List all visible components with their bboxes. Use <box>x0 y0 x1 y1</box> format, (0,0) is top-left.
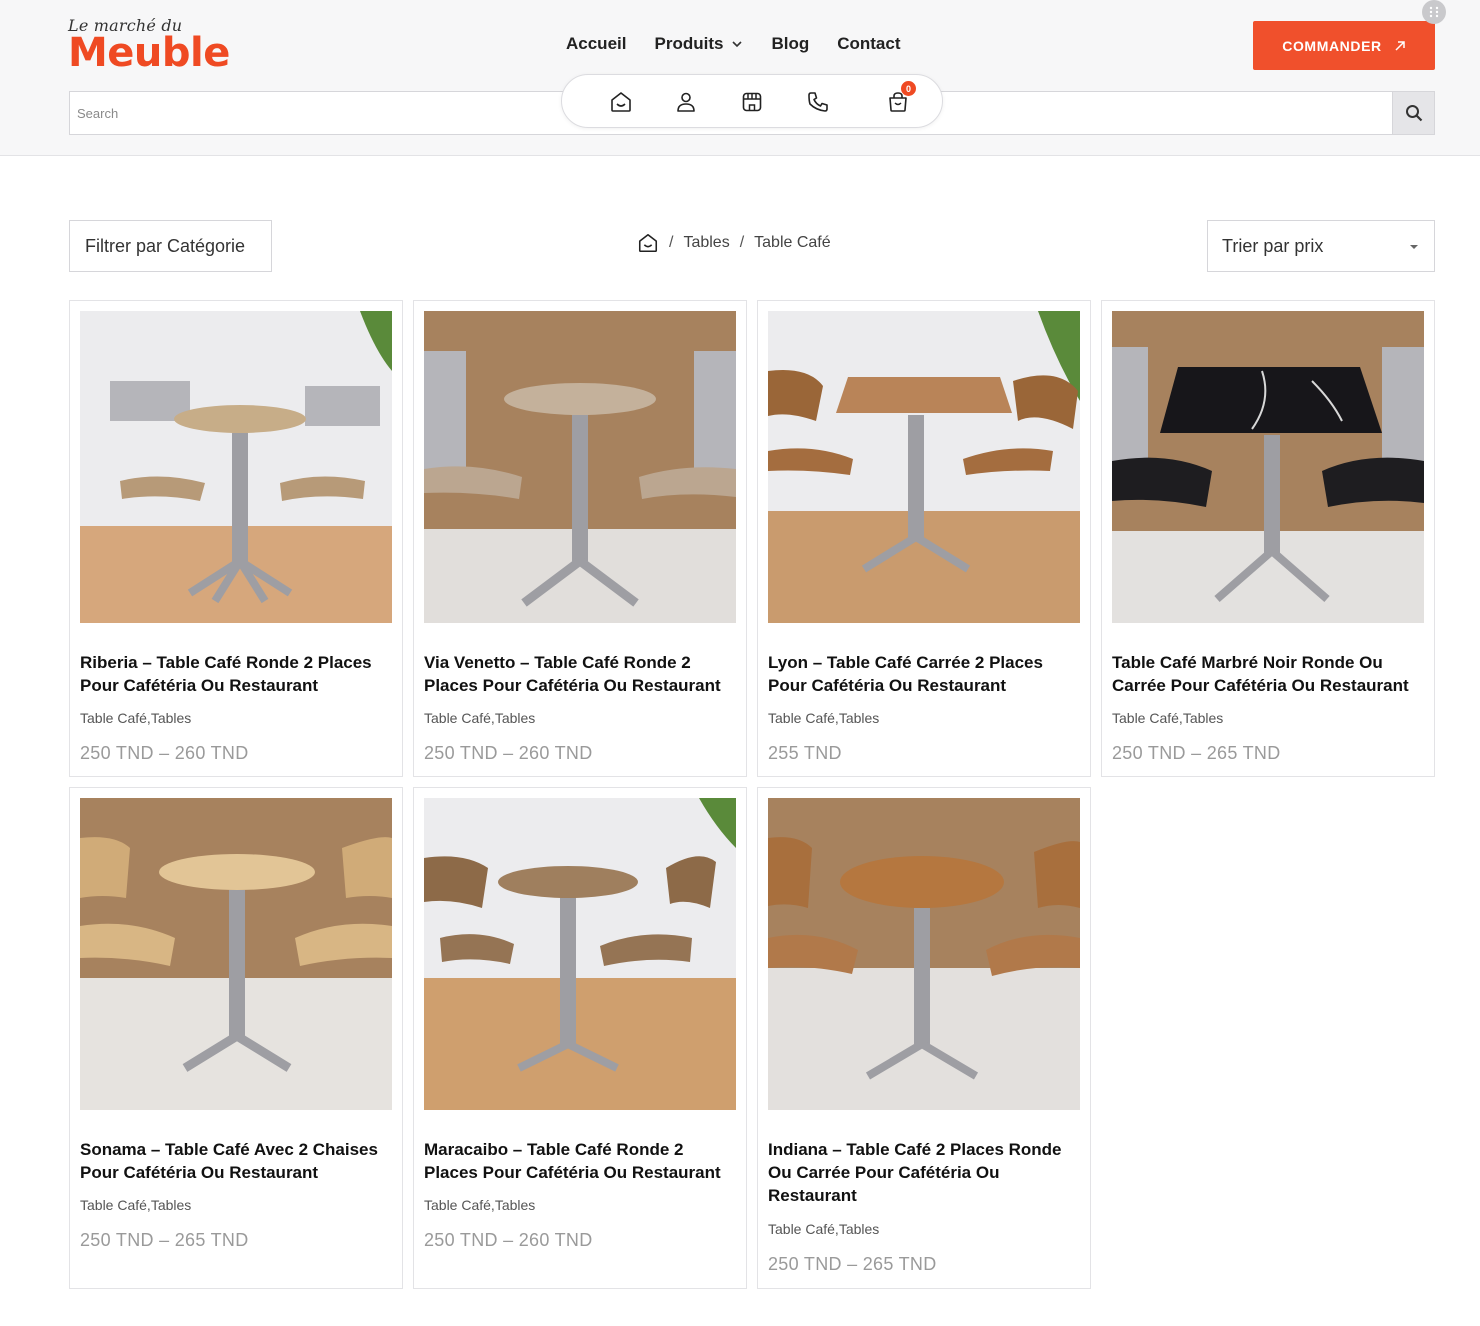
breadcrumb: / Tables / Table Café <box>637 232 831 254</box>
product-image[interactable] <box>424 311 736 623</box>
nav-item-contact[interactable]: Contact <box>837 34 900 54</box>
nav-item-produits-label: Produits <box>654 34 724 53</box>
product-image[interactable] <box>768 311 1080 623</box>
commander-button-label: COMMANDER <box>1282 37 1382 54</box>
filter-category-button[interactable]: Filtrer par Catégorie <box>69 220 272 272</box>
search-button[interactable] <box>1392 92 1434 134</box>
product-price: 250 TND – 260 TND <box>424 1230 593 1250</box>
brand-logo[interactable]: Le marché du Meuble <box>68 16 230 76</box>
breadcrumb-separator: / <box>739 234 745 251</box>
cart-button[interactable]: 0 <box>884 81 916 116</box>
product-categories[interactable]: Table Café,Tables <box>768 1221 879 1237</box>
site-header: Le marché du Meuble Accueil Produits Blo… <box>0 0 1480 156</box>
product-title[interactable]: Sonama – Table Café Avec 2 Chaises Pour … <box>80 1138 386 1184</box>
cart-count-badge: 0 <box>901 81 916 96</box>
product-price: 250 TND – 265 TND <box>768 1254 937 1274</box>
product-card[interactable]: Via Venetto – Table Café Ronde 2 Places … <box>413 300 747 777</box>
product-title[interactable]: Maracaibo – Table Café Ronde 2 Places Po… <box>424 1138 730 1184</box>
product-card[interactable]: Indiana – Table Café 2 Places Ronde Ou C… <box>757 787 1091 1289</box>
phone-icon <box>808 92 828 112</box>
user-icon <box>677 92 695 112</box>
breadcrumb-separator: / <box>669 234 674 251</box>
product-card[interactable]: Riberia – Table Café Ronde 2 Places Pour… <box>69 300 403 777</box>
product-image[interactable] <box>768 798 1080 1110</box>
product-price: 255 TND <box>768 743 842 763</box>
product-card[interactable]: Lyon – Table Café Carrée 2 Places Pour C… <box>757 300 1091 777</box>
product-card[interactable]: Table Café Marbré Noir Ronde Ou Carrée P… <box>1101 300 1435 777</box>
nav-item-blog-label: Blog <box>771 34 810 53</box>
product-categories[interactable]: Table Café,Tables <box>80 1197 191 1213</box>
home-button[interactable] <box>607 88 635 116</box>
breadcrumb-item-current: Table Café <box>754 234 831 251</box>
product-categories[interactable]: Table Café,Tables <box>80 710 191 726</box>
product-price: 250 TND – 265 TND <box>1112 743 1281 763</box>
commander-button[interactable]: COMMANDER <box>1253 21 1435 70</box>
brand-logo-wordmark: Meuble <box>68 30 230 76</box>
product-price: 250 TND – 260 TND <box>424 743 593 763</box>
nav-item-blog[interactable]: Blog <box>771 34 809 54</box>
product-title[interactable]: Via Venetto – Table Café Ronde 2 Places … <box>424 651 730 697</box>
product-categories[interactable]: Table Café,Tables <box>1112 710 1223 726</box>
product-title[interactable]: Indiana – Table Café 2 Places Ronde Ou C… <box>768 1138 1074 1207</box>
sort-by-price-select[interactable]: Trier par prix <box>1207 220 1435 272</box>
nav-item-accueil[interactable]: Accueil <box>566 34 626 54</box>
home-icon[interactable] <box>637 232 659 254</box>
store-button[interactable] <box>738 88 766 116</box>
account-button[interactable] <box>672 88 700 116</box>
home-icon <box>611 92 631 112</box>
product-image[interactable] <box>80 311 392 623</box>
nav-item-accueil-label: Accueil <box>566 34 627 53</box>
product-categories[interactable]: Table Café,Tables <box>768 710 879 726</box>
store-icon <box>742 92 762 112</box>
product-card[interactable]: Sonama – Table Café Avec 2 Chaises Pour … <box>69 787 403 1289</box>
chevron-down-icon <box>732 41 743 48</box>
product-title[interactable]: Riberia – Table Café Ronde 2 Places Pour… <box>80 651 386 697</box>
breadcrumb-item-tables[interactable]: Tables <box>683 234 729 252</box>
grid-dots-icon[interactable] <box>1422 0 1446 24</box>
product-categories[interactable]: Table Café,Tables <box>424 1197 535 1213</box>
product-image[interactable] <box>80 798 392 1110</box>
product-image[interactable] <box>424 798 736 1110</box>
nav-item-contact-label: Contact <box>837 34 901 53</box>
product-title[interactable]: Table Café Marbré Noir Ronde Ou Carrée P… <box>1112 651 1418 697</box>
main-nav: Accueil Produits Blog Contact <box>566 34 901 54</box>
product-image[interactable] <box>1112 311 1424 623</box>
nav-item-produits[interactable]: Produits <box>654 34 743 54</box>
product-categories[interactable]: Table Café,Tables <box>424 710 535 726</box>
product-price: 250 TND – 260 TND <box>80 743 249 763</box>
search-icon <box>1405 105 1422 122</box>
filter-category-label: Filtrer par Catégorie <box>85 235 246 256</box>
quick-icon-bar: 0 <box>561 74 943 128</box>
product-title[interactable]: Lyon – Table Café Carrée 2 Places Pour C… <box>768 651 1074 697</box>
sort-by-price-label: Trier par prix <box>1222 235 1324 256</box>
product-price: 250 TND – 265 TND <box>80 1230 249 1250</box>
phone-button[interactable] <box>804 88 832 116</box>
dropdown-caret-icon <box>1410 245 1418 249</box>
arrow-up-right-icon <box>1395 40 1405 51</box>
product-card[interactable]: Maracaibo – Table Café Ronde 2 Places Po… <box>413 787 747 1289</box>
